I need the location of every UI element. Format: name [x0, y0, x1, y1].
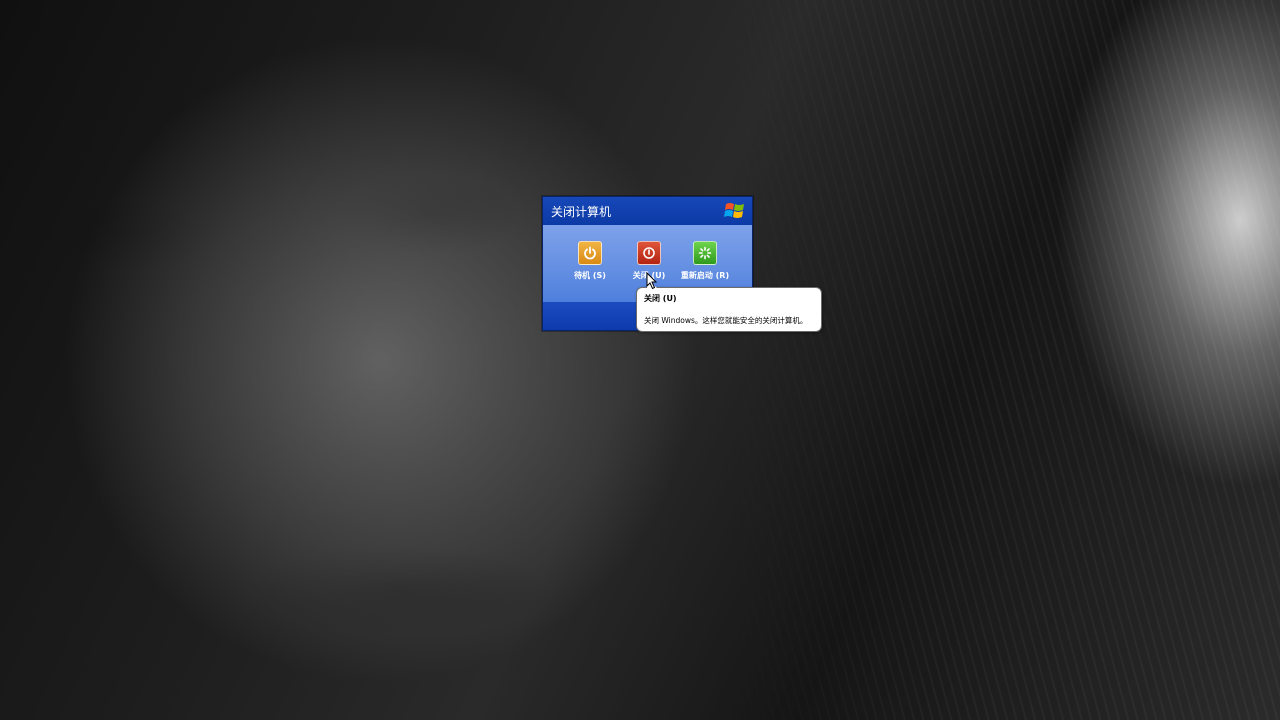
standby-label: 待机 (S) — [574, 271, 606, 280]
tooltip-title: 关闭 (U) — [644, 294, 677, 303]
dialog-title: 关闭计算机 — [551, 205, 612, 219]
restart-label: 重新启动 (R) — [680, 271, 730, 280]
turn-off-tooltip: 关闭 (U) 关闭 Windows。这样您就能安全的关闭计算机。 — [636, 279, 822, 332]
power-off-icon[interactable] — [637, 241, 661, 265]
windows-xp-flag-icon — [724, 203, 744, 218]
power-standby-icon[interactable] — [578, 241, 602, 265]
tooltip-description: 关闭 Windows。这样您就能安全的关闭计算机。 — [644, 316, 808, 325]
mouse-cursor-icon — [646, 272, 658, 290]
dialog-title-bar: 关闭计算机 — [543, 197, 752, 225]
wallpaper-texture — [0, 0, 1280, 720]
restart-icon[interactable] — [693, 241, 717, 265]
restart-button[interactable]: 重新启动 (R) — [675, 241, 735, 281]
standby-button[interactable]: 待机 (S) — [560, 241, 620, 281]
